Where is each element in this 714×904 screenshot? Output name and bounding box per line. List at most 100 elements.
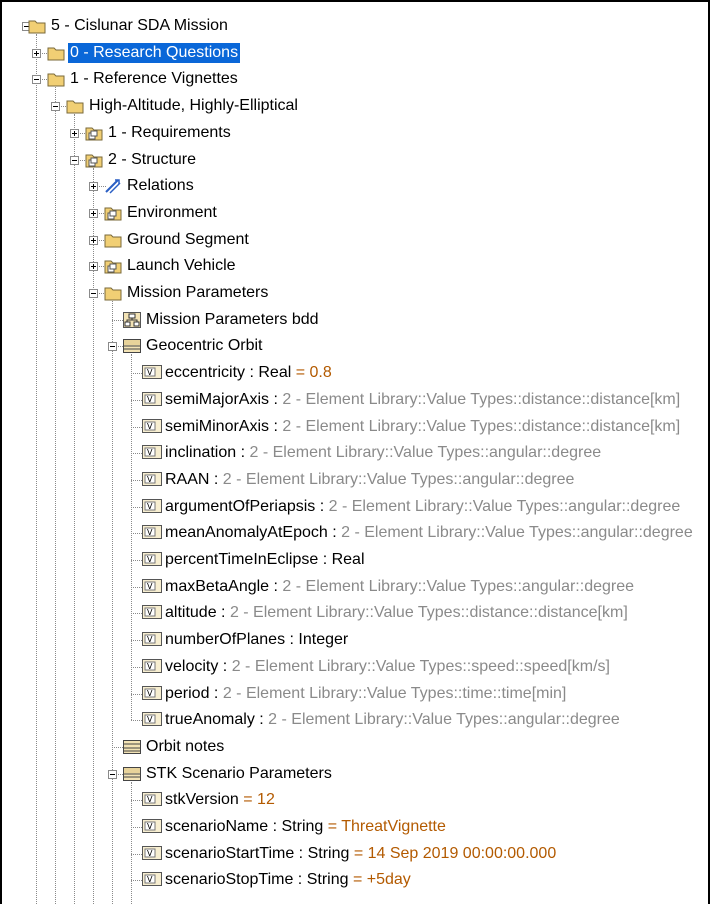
tree-node-label[interactable]: semiMinorAxis : 2 - Element Library::Val… bbox=[163, 417, 682, 437]
node-type-text: 2 - Element Library::Value Types::angula… bbox=[282, 577, 635, 595]
tree-node-label[interactable]: scenarioName : String = ThreatVignette bbox=[163, 817, 448, 837]
tree-node[interactable]: VpercentTimeInEclipse : Real bbox=[2, 549, 708, 575]
tree-node[interactable]: VscenarioStartTime : String = 14 Sep 201… bbox=[2, 843, 708, 869]
expand-icon[interactable] bbox=[32, 48, 41, 58]
tree-node[interactable]: 1 - Reference Vignettes bbox=[2, 68, 708, 94]
tree-node-label[interactable]: 0 - Research Questions bbox=[68, 42, 241, 63]
node-type-text: 2 - Element Library::Value Types::distan… bbox=[282, 390, 681, 408]
svg-text:V: V bbox=[147, 395, 153, 404]
tree-node-label[interactable]: altitude : 2 - Element Library::Value Ty… bbox=[163, 603, 630, 623]
tree-node[interactable]: VmeanAnomalyAtEpoch : 2 - Element Librar… bbox=[2, 522, 708, 548]
tree-node-label[interactable]: Relations bbox=[125, 176, 196, 196]
tree-node[interactable]: Veccentricity : Real = 0.8 bbox=[2, 362, 708, 388]
tree-node[interactable]: Ground Segment bbox=[2, 229, 708, 255]
expand-icon[interactable] bbox=[89, 182, 98, 192]
folder-icon bbox=[104, 285, 122, 301]
tree-node[interactable]: Launch Vehicle bbox=[2, 255, 708, 281]
value-property-icon: V bbox=[142, 658, 162, 675]
tree-node[interactable]: STK Scenario Parameters bbox=[2, 763, 708, 789]
svg-text:V: V bbox=[147, 849, 153, 858]
svg-text:V: V bbox=[147, 715, 153, 724]
tree-node-label[interactable]: Mission Parameters bdd bbox=[144, 310, 321, 330]
tree-node-label[interactable]: velocity : 2 - Element Library::Value Ty… bbox=[163, 657, 612, 677]
tree-node[interactable]: VtrueAnomaly : 2 - Element Library::Valu… bbox=[2, 709, 708, 735]
tree-node-label[interactable]: Geocentric Orbit bbox=[144, 336, 264, 356]
tree-node-label[interactable]: inclination : 2 - Element Library::Value… bbox=[163, 443, 603, 463]
expand-icon[interactable] bbox=[70, 128, 79, 138]
tree-node-label[interactable]: 2 - Structure bbox=[106, 150, 198, 170]
tree-node[interactable]: 0 - Research Questions bbox=[2, 42, 708, 68]
tree-node[interactable]: VscenarioName : String = ThreatVignette bbox=[2, 816, 708, 842]
node-default-value: = 0.8 bbox=[295, 364, 332, 382]
tree-node[interactable]: VsemiMajorAxis : 2 - Element Library::Va… bbox=[2, 389, 708, 415]
tree-node[interactable]: Orbit notes bbox=[2, 736, 708, 762]
node-name-text: RAAN bbox=[165, 470, 210, 488]
value-property-icon: V bbox=[142, 498, 162, 515]
tree-node-label[interactable]: percentTimeInEclipse : Real bbox=[163, 550, 367, 570]
node-name-text: : Real bbox=[318, 551, 365, 568]
tree-node-label[interactable]: Ground Segment bbox=[125, 230, 251, 250]
collapse-icon[interactable] bbox=[89, 289, 98, 298]
tree-node-label[interactable]: Orbit notes bbox=[144, 737, 226, 757]
tree-node[interactable]: VargumentOfPeriapsis : 2 - Element Libra… bbox=[2, 496, 708, 522]
node-type-text: 2 - Element Library::Value Types::angula… bbox=[222, 470, 575, 488]
tree-node[interactable]: Geocentric Orbit bbox=[2, 335, 708, 361]
node-name-text: : bbox=[218, 657, 232, 675]
tree-node-label[interactable]: meanAnomalyAtEpoch : 2 - Element Library… bbox=[163, 523, 695, 543]
collapse-icon[interactable] bbox=[32, 75, 41, 85]
tree-node[interactable]: 1 - Requirements bbox=[2, 122, 708, 148]
node-name-text: High-Altitude, Highly-Elliptical bbox=[89, 97, 298, 115]
tree-node[interactable]: 5 - Cislunar SDA Mission bbox=[2, 15, 708, 41]
collapse-icon[interactable] bbox=[108, 769, 117, 779]
tree-node[interactable]: VsemiMinorAxis : 2 - Element Library::Va… bbox=[2, 416, 708, 442]
tree-node[interactable]: High-Altitude, Highly-Elliptical bbox=[2, 95, 708, 121]
tree-node[interactable]: Mission Parameters bdd bbox=[2, 309, 708, 335]
tree-node-label[interactable]: STK Scenario Parameters bbox=[144, 764, 334, 784]
node-type-text: 2 - Element Library::Value Types::time::… bbox=[222, 684, 567, 702]
tree-node-label[interactable]: stkVersion = 12 bbox=[163, 790, 277, 810]
tree-node[interactable]: VnumberOfPlanes : Integer bbox=[2, 629, 708, 655]
collapse-icon[interactable] bbox=[108, 342, 117, 352]
expand-icon[interactable] bbox=[89, 235, 98, 245]
tree-node-label[interactable]: semiMajorAxis : 2 - Element Library::Val… bbox=[163, 390, 682, 410]
tree-node-label[interactable]: High-Altitude, Highly-Elliptical bbox=[87, 96, 300, 116]
tree-node[interactable]: VmaxBetaAngle : 2 - Element Library::Val… bbox=[2, 576, 708, 602]
tree-node-label[interactable]: 1 - Requirements bbox=[106, 123, 233, 143]
tree-node-label[interactable]: RAAN : 2 - Element Library::Value Types:… bbox=[163, 470, 576, 490]
tree-node-label[interactable]: numberOfPlanes : Integer bbox=[163, 630, 350, 650]
collapse-icon[interactable] bbox=[51, 102, 60, 112]
tree-node-label[interactable]: 1 - Reference Vignettes bbox=[68, 69, 240, 89]
tree-node-label[interactable]: scenarioStartTime : String = 14 Sep 2019… bbox=[163, 844, 558, 864]
node-name-text: : bbox=[269, 417, 283, 435]
tree-node-label[interactable]: Mission Parameters bbox=[125, 283, 270, 303]
tree-node-label[interactable]: argumentOfPeriapsis : 2 - Element Librar… bbox=[163, 497, 682, 517]
value-property-icon: V bbox=[142, 578, 162, 595]
tree-node-label[interactable]: 5 - Cislunar SDA Mission bbox=[49, 16, 230, 36]
svg-text:V: V bbox=[147, 475, 153, 484]
tree-node-label[interactable]: eccentricity : Real = 0.8 bbox=[163, 363, 334, 383]
expand-icon[interactable] bbox=[89, 208, 98, 218]
tree-node-label[interactable]: maxBetaAngle : 2 - Element Library::Valu… bbox=[163, 577, 636, 597]
tree-node[interactable]: Environment bbox=[2, 202, 708, 228]
tree-node[interactable]: VscenarioStopTime : String = +5day bbox=[2, 869, 708, 895]
tree-node-label[interactable]: Launch Vehicle bbox=[125, 256, 238, 276]
tree-node[interactable]: Relations bbox=[2, 175, 708, 201]
node-type-text: 2 - Element Library::Value Types::angula… bbox=[268, 711, 620, 729]
tree-node-label[interactable]: Environment bbox=[125, 203, 219, 223]
folder-icon bbox=[66, 98, 84, 114]
tree-node[interactable]: Vperiod : 2 - Element Library::Value Typ… bbox=[2, 683, 708, 709]
tree-node[interactable]: Mission Parameters bbox=[2, 282, 708, 308]
node-type-text: 2 - Element Library::Value Types::angula… bbox=[341, 524, 693, 542]
tree-node-label[interactable]: period : 2 - Element Library::Value Type… bbox=[163, 684, 568, 704]
tree-node[interactable]: Vvelocity : 2 - Element Library::Value T… bbox=[2, 656, 708, 682]
expand-icon[interactable] bbox=[89, 262, 98, 272]
tree-node[interactable]: VstkVersion = 12 bbox=[2, 789, 708, 815]
node-name-text: : bbox=[236, 444, 250, 462]
tree-node[interactable]: V RAAN : 2 - Element Library::Value Types… bbox=[2, 469, 708, 495]
tree-node[interactable]: Vinclination : 2 - Element Library::Valu… bbox=[2, 442, 708, 468]
tree-node[interactable]: 2 - Structure bbox=[2, 149, 708, 175]
tree-node-label[interactable]: trueAnomaly : 2 - Element Library::Value… bbox=[163, 710, 622, 730]
tree-node[interactable]: Valtitude : 2 - Element Library::Value T… bbox=[2, 602, 708, 628]
tree-node-label[interactable]: scenarioStopTime : String = +5day bbox=[163, 870, 413, 890]
collapse-icon[interactable] bbox=[70, 155, 79, 165]
